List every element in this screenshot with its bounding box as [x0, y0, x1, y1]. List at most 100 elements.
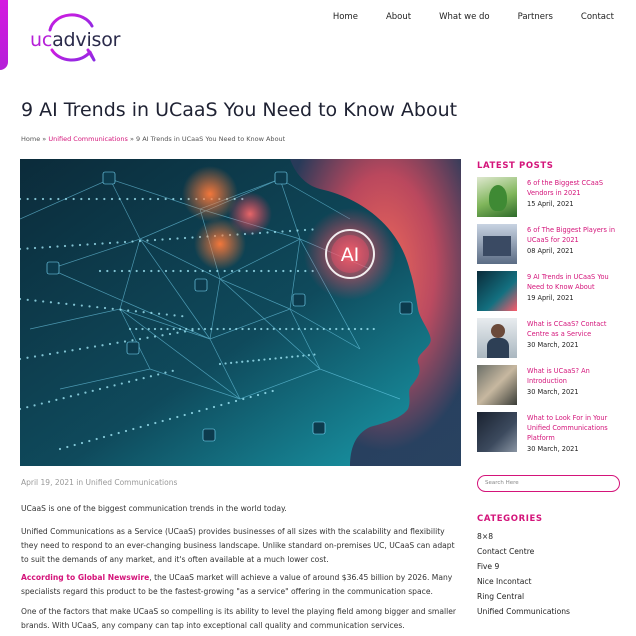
post-title[interactable]: 6 of the Biggest CCaaS Vendors in 2021 — [527, 178, 627, 198]
post-title[interactable]: 9 AI Trends in UCaaS You Need to Know Ab… — [527, 272, 627, 292]
latest-post-item[interactable]: What is CCaaS? Contact Centre as a Servi… — [477, 318, 627, 360]
trail-dot — [49, 301, 53, 304]
category-link[interactable]: Ring Central — [477, 592, 524, 601]
trail-dot — [228, 327, 232, 331]
trail-dot — [108, 241, 112, 245]
search-input[interactable]: Search Here — [477, 475, 620, 492]
breadcrumb-category[interactable]: Unified Communications — [48, 135, 128, 143]
post-title[interactable]: What to Look For in Your Unified Communi… — [527, 413, 627, 443]
trail-dot — [171, 369, 174, 372]
trail-dot — [62, 396, 65, 400]
trail-dot — [242, 397, 245, 401]
trail-dot — [176, 415, 179, 419]
trail-dot — [313, 353, 316, 356]
post-meta: April 19, 2021 in Unified Communications — [21, 478, 178, 487]
site-logo[interactable]: ucadvisor — [30, 12, 120, 64]
trail-dot — [33, 246, 37, 250]
trail-dot — [296, 355, 299, 358]
trail-dot — [72, 303, 76, 306]
trail-dot — [58, 447, 62, 451]
trail-dot — [150, 269, 153, 273]
nav-contact[interactable]: Contact — [581, 12, 614, 22]
trail-dot — [360, 327, 363, 331]
trail-dot — [183, 413, 186, 417]
trail-dot — [218, 362, 222, 366]
post-thumbnail — [477, 365, 517, 405]
trail-dot — [149, 197, 152, 201]
main-nav: Home About What we do Partners Contact — [333, 12, 614, 22]
trail-dot — [268, 357, 272, 361]
trail-dot — [91, 389, 94, 392]
trail-dot — [224, 362, 227, 365]
trail-dot — [183, 236, 187, 240]
trail-dot — [249, 395, 252, 399]
post-date: 30 March, 2021 — [527, 341, 579, 349]
nav-partners[interactable]: Partners — [518, 12, 553, 22]
trail-dot — [88, 439, 91, 443]
latest-post-item[interactable]: What to Look For in Your Unified Communi… — [477, 412, 627, 454]
latest-post-item[interactable]: 6 of the Biggest CCaaS Vendors in 2021 1… — [477, 177, 627, 219]
trail-dot — [26, 356, 29, 359]
post-thumbnail — [477, 271, 517, 311]
latest-post-item[interactable]: 6 of The Biggest Players in UCaaS for 20… — [477, 224, 627, 266]
trail-dot — [353, 327, 357, 331]
trail-dot — [281, 230, 284, 233]
post-thumbnail — [477, 412, 517, 452]
trail-dot — [26, 298, 29, 301]
latest-post-item[interactable]: 9 AI Trends in UCaaS You Need to Know Ab… — [477, 271, 627, 313]
trail-dot — [106, 269, 109, 273]
article-paragraph: Unified Communications as a Service (UCa… — [21, 527, 455, 564]
trail-dot — [98, 269, 102, 273]
trail-dot — [56, 351, 59, 354]
trail-dot — [47, 400, 51, 403]
nav-what-we-do[interactable]: What we do — [439, 12, 490, 22]
trail-dot — [84, 391, 87, 394]
nav-home[interactable]: Home — [333, 12, 358, 22]
post-date: 19 April, 2021 — [527, 294, 574, 302]
trail-dot — [88, 305, 91, 308]
trail-dot — [168, 332, 172, 336]
nav-about[interactable]: About — [386, 12, 411, 22]
trail-dot — [328, 327, 332, 331]
trail-dot — [111, 307, 114, 310]
post-thumbnail — [477, 318, 517, 358]
trail-dot — [146, 423, 150, 427]
trail-dot — [93, 242, 97, 246]
category-link[interactable]: 8×8 — [477, 532, 493, 541]
trail-dot — [72, 197, 75, 201]
trail-dot — [65, 302, 68, 306]
post-title[interactable]: 6 of The Biggest Players in UCaaS for 20… — [527, 225, 627, 245]
trail-dot — [80, 197, 83, 201]
trail-dot — [127, 380, 131, 383]
trail-dot — [278, 327, 282, 331]
trail-dot — [256, 393, 260, 397]
category-link[interactable]: Contact Centre — [477, 547, 534, 556]
trail-dot — [212, 405, 216, 409]
trail-dot — [131, 240, 134, 243]
post-date: 30 March, 2021 — [527, 445, 579, 453]
category-link[interactable]: Nice Incontact — [477, 577, 532, 586]
breadcrumb-home[interactable]: Home — [21, 135, 40, 143]
trail-dot — [57, 301, 60, 305]
post-title[interactable]: What is CCaaS? Contact Centre as a Servi… — [527, 319, 627, 339]
trail-dot — [133, 197, 137, 201]
article-paragraph: UCaaS is one of the biggest communicatio… — [21, 504, 287, 513]
trail-dot — [106, 386, 109, 389]
trail-dot — [56, 245, 59, 248]
trail-dot — [161, 238, 164, 241]
global-newswire-link[interactable]: According to Global Newswire — [21, 573, 149, 582]
trail-dot — [257, 359, 260, 362]
trail-dot — [272, 327, 275, 331]
trail-dot — [141, 197, 144, 201]
trail-dot — [176, 237, 179, 240]
trail-dot — [113, 269, 116, 273]
trail-dot — [234, 399, 238, 403]
category-link[interactable]: Five 9 — [477, 562, 499, 571]
trail-dot — [316, 327, 319, 331]
breadcrumb: Home » Unified Communications » 9 AI Tre… — [21, 135, 285, 143]
category-link[interactable]: Unified Communications — [477, 607, 570, 616]
trail-dot — [113, 384, 116, 387]
latest-post-item[interactable]: What is UCaaS? An Introduction 30 March,… — [477, 365, 627, 407]
post-title[interactable]: What is UCaaS? An Introduction — [527, 366, 627, 386]
article-paragraph: According to Global Newswire, the UCaaS … — [21, 571, 461, 599]
